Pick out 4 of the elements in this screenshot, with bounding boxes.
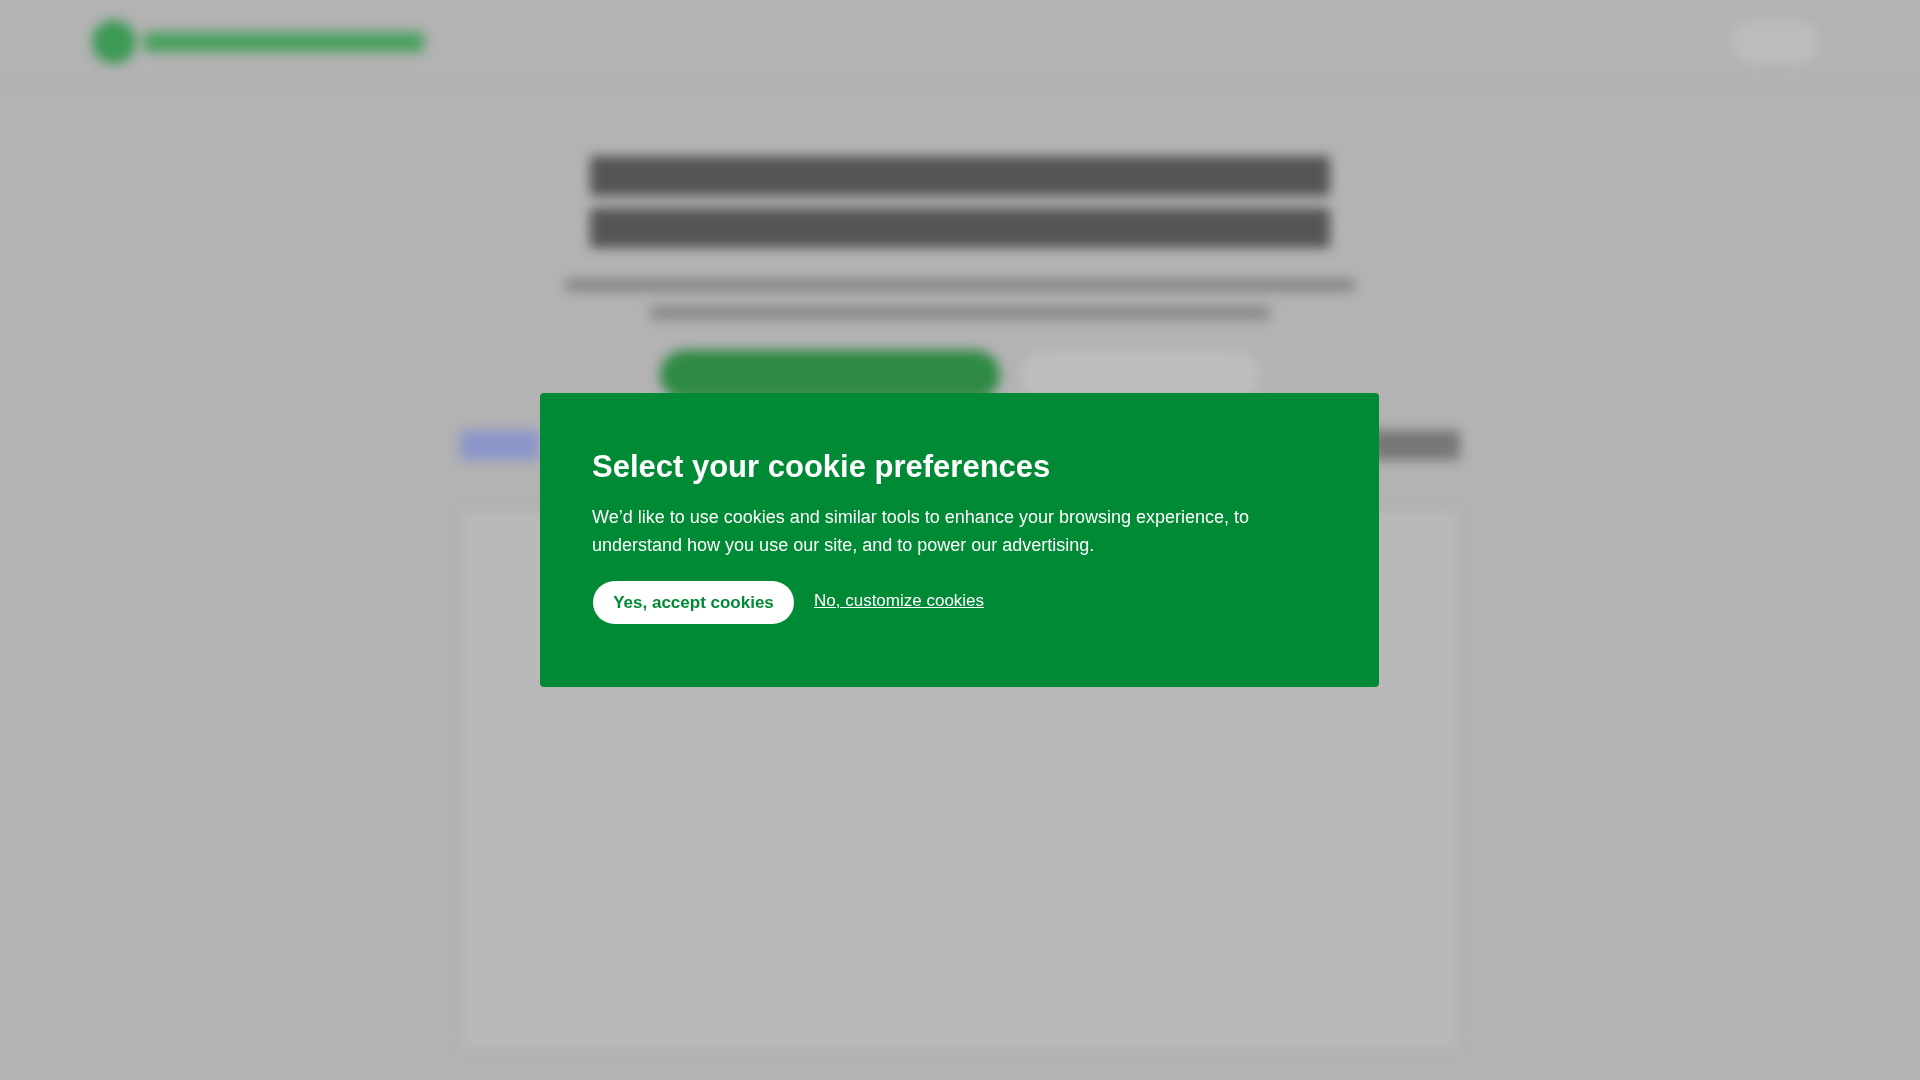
customize-cookies-link[interactable]: No, customize cookies [814, 588, 985, 614]
accept-cookies-button[interactable]: Yes, accept cookies [593, 581, 794, 624]
dialog-title: Select your cookie preferences [592, 449, 1052, 485]
dialog-description: We’d like to use cookies and similar tools to enhance your browsing experience, to understand how you use our site, and to power our advertising. [592, 506, 1251, 557]
